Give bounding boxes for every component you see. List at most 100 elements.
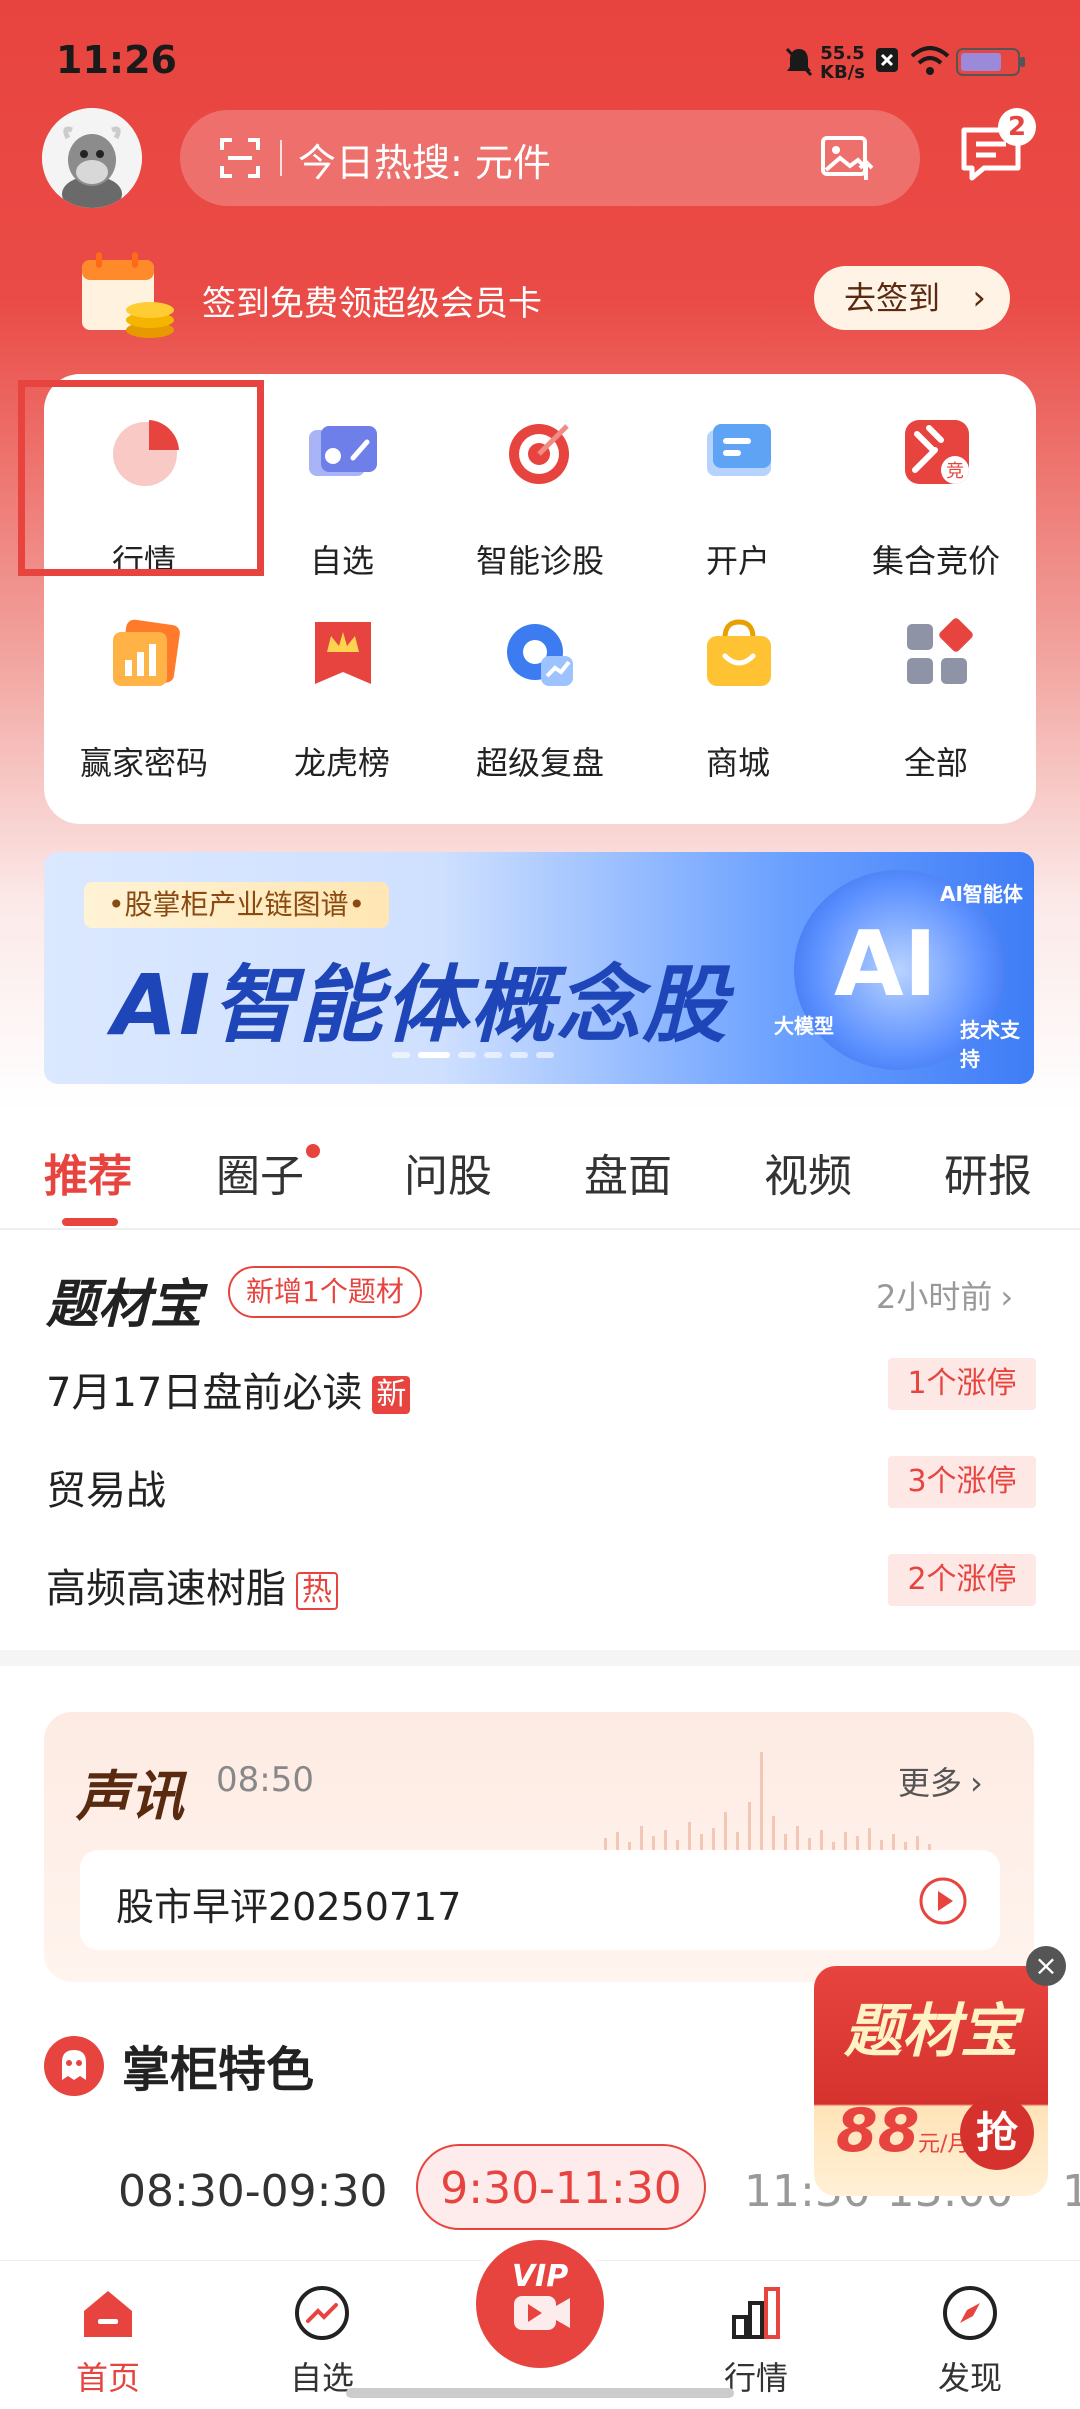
banner-headline: AI智能体概念股 bbox=[112, 956, 729, 1054]
card-icon bbox=[707, 424, 771, 476]
signin-promo-text: 签到免费领超级会员卡 bbox=[202, 284, 542, 324]
topic-row[interactable]: 高频高速树脂热 2个涨停 bbox=[46, 1548, 1036, 1618]
grid-item-all[interactable]: 全部 bbox=[837, 578, 1035, 782]
watchlist-card-icon bbox=[309, 426, 377, 476]
network-speed: 55.5 KB/s bbox=[820, 44, 865, 82]
grid-item-mall[interactable]: 商城 bbox=[639, 578, 837, 782]
grid-item-smart-diagnosis[interactable]: 智能诊股 bbox=[441, 376, 639, 580]
chevron-right-icon: › bbox=[972, 278, 986, 318]
float-ad-title: 题材宝 bbox=[843, 1997, 1018, 2065]
ghost-icon bbox=[62, 2050, 86, 2080]
tab-video[interactable]: 视频 bbox=[764, 1140, 852, 1204]
time-slot-active[interactable]: 9:30-11:30 bbox=[416, 2144, 706, 2230]
time-slot[interactable]: 08:30-09:30 bbox=[118, 2166, 387, 2217]
topics-logo-part: 题 bbox=[46, 1275, 99, 1335]
banner-tag: •股掌柜产业链图谱• bbox=[84, 882, 390, 928]
wifi-icon bbox=[910, 46, 950, 75]
calendar-coins-icon bbox=[82, 252, 174, 338]
grid-item-label: 自选 bbox=[309, 542, 374, 580]
sim-off-icon bbox=[876, 48, 898, 72]
topic-name: 7月17日盘前必读 bbox=[46, 1370, 363, 1416]
audio-news-card[interactable]: 声讯 08:50 更多 › 股市早评20250717 bbox=[44, 1712, 1034, 1982]
nav-label: 发现 bbox=[937, 2359, 1002, 2397]
grid-item-dragon-tiger[interactable]: 龙虎榜 bbox=[243, 578, 441, 782]
topic-row[interactable]: 贸易战 3个涨停 bbox=[46, 1450, 1036, 1520]
banner-pagination bbox=[392, 1044, 562, 1058]
tab-recommend[interactable]: 推荐 bbox=[44, 1140, 132, 1204]
grid-item-super-review[interactable]: 超级复盘 bbox=[441, 578, 639, 782]
signin-button-label: 去签到 bbox=[844, 279, 941, 317]
nav-watchlist[interactable]: 自选 bbox=[252, 2283, 392, 2399]
audio-more-link[interactable]: 更多 › bbox=[898, 1758, 983, 1804]
time-slot[interactable]: 1 bbox=[1062, 2166, 1080, 2217]
grid-item-call-auction[interactable]: 竞 集合竞价 bbox=[837, 376, 1035, 580]
audio-time: 08:50 bbox=[216, 1760, 314, 1800]
topics-logo: 题材宝 bbox=[46, 1262, 202, 1337]
active-tab-underline bbox=[62, 1218, 118, 1226]
topic-name-wrap: 贸易战 bbox=[46, 1458, 166, 1516]
grid-item-label: 龙虎榜 bbox=[293, 744, 390, 782]
audio-item-title: 股市早评20250717 bbox=[116, 1885, 462, 1929]
message-badge: 2 bbox=[998, 108, 1036, 146]
svg-text:VIP: VIP bbox=[512, 2259, 568, 2294]
grid-item-winner-code[interactable]: 赢家密码 bbox=[45, 578, 243, 782]
search-bar[interactable]: 今日热搜: 元件 bbox=[180, 110, 920, 206]
chevron-right-icon: › bbox=[970, 1764, 983, 1802]
search-separator bbox=[280, 140, 282, 176]
grid-item-label: 超级复盘 bbox=[475, 744, 604, 782]
compass-icon bbox=[943, 2286, 997, 2340]
grid-item-watchlist[interactable]: 自选 bbox=[243, 376, 441, 580]
topics-logo-part: 材宝 bbox=[98, 1275, 203, 1335]
tab-ask-stock[interactable]: 问股 bbox=[404, 1140, 492, 1204]
pagination-dot bbox=[510, 1051, 528, 1058]
signin-button[interactable]: 去签到 › bbox=[814, 266, 1010, 330]
grid-item-label: 赢家密码 bbox=[79, 744, 208, 782]
image-search-icon[interactable] bbox=[820, 132, 876, 184]
float-ad-grab-button[interactable]: 抢 bbox=[960, 2096, 1034, 2170]
topics-more-link[interactable]: 2小时前 › bbox=[876, 1272, 1013, 1318]
pagination-dot bbox=[484, 1051, 502, 1058]
trend-circle-icon bbox=[295, 2286, 349, 2340]
grid-item-label: 开户 bbox=[705, 542, 770, 580]
topic-name: 高频高速树脂 bbox=[46, 1566, 286, 1612]
audio-more-label: 更多 bbox=[898, 1764, 963, 1802]
floating-promo-ad[interactable]: 题材宝 88 元/月 抢 bbox=[814, 1966, 1048, 2196]
target-icon bbox=[509, 424, 569, 484]
featured-icon bbox=[44, 2036, 104, 2096]
tab-research[interactable]: 研报 bbox=[944, 1140, 1032, 1204]
topics-time-text: 2小时前 bbox=[876, 1278, 993, 1316]
svg-text:竞: 竞 bbox=[946, 461, 964, 482]
topic-row[interactable]: 7月17日盘前必读新 1个涨停 bbox=[46, 1352, 1036, 1422]
avatar[interactable] bbox=[42, 108, 142, 208]
bar-chart-icon bbox=[732, 2287, 780, 2339]
nav-home[interactable]: 首页 bbox=[38, 2283, 178, 2399]
audio-item[interactable]: 股市早评20250717 bbox=[80, 1850, 1000, 1950]
play-icon[interactable] bbox=[918, 1876, 968, 1926]
crown-flag-icon bbox=[315, 622, 371, 684]
topics-new-badge: 新增1个题材 bbox=[228, 1266, 422, 1318]
close-icon[interactable]: × bbox=[1026, 1946, 1066, 1986]
topic-name-wrap: 7月17日盘前必读新 bbox=[46, 1360, 411, 1418]
scan-icon[interactable] bbox=[220, 138, 260, 178]
hot-flag: 热 bbox=[296, 1572, 338, 1610]
all-apps-icon bbox=[907, 618, 973, 684]
vip-video-icon: VIP bbox=[512, 2259, 570, 2330]
topic-name: 贸易战 bbox=[46, 1468, 166, 1514]
content-tabs: 推荐 圈子 问股 盘面 视频 研报 bbox=[0, 1110, 1080, 1230]
grid-item-open-account[interactable]: 开户 bbox=[639, 376, 837, 580]
chevron-right-icon: › bbox=[1000, 1278, 1014, 1316]
nav-discover[interactable]: 发现 bbox=[900, 2283, 1040, 2399]
nav-label: 首页 bbox=[75, 2359, 140, 2397]
tab-notification-dot bbox=[306, 1144, 320, 1158]
topic-name-wrap: 高频高速树脂热 bbox=[46, 1556, 338, 1614]
nav-market[interactable]: 行情 bbox=[686, 2283, 826, 2399]
search-hot-text: 今日热搜: 元件 bbox=[298, 141, 551, 185]
float-ad-price: 88 bbox=[836, 2096, 920, 2166]
tab-circle[interactable]: 圈子 bbox=[216, 1140, 304, 1204]
home-indicator bbox=[346, 2388, 734, 2398]
limit-up-pill: 3个涨停 bbox=[888, 1456, 1036, 1508]
tab-market-board[interactable]: 盘面 bbox=[584, 1140, 672, 1204]
section-divider bbox=[0, 1650, 1080, 1666]
net-speed-unit: KB/s bbox=[820, 62, 865, 83]
vip-video-button[interactable]: VIP bbox=[470, 2234, 610, 2374]
